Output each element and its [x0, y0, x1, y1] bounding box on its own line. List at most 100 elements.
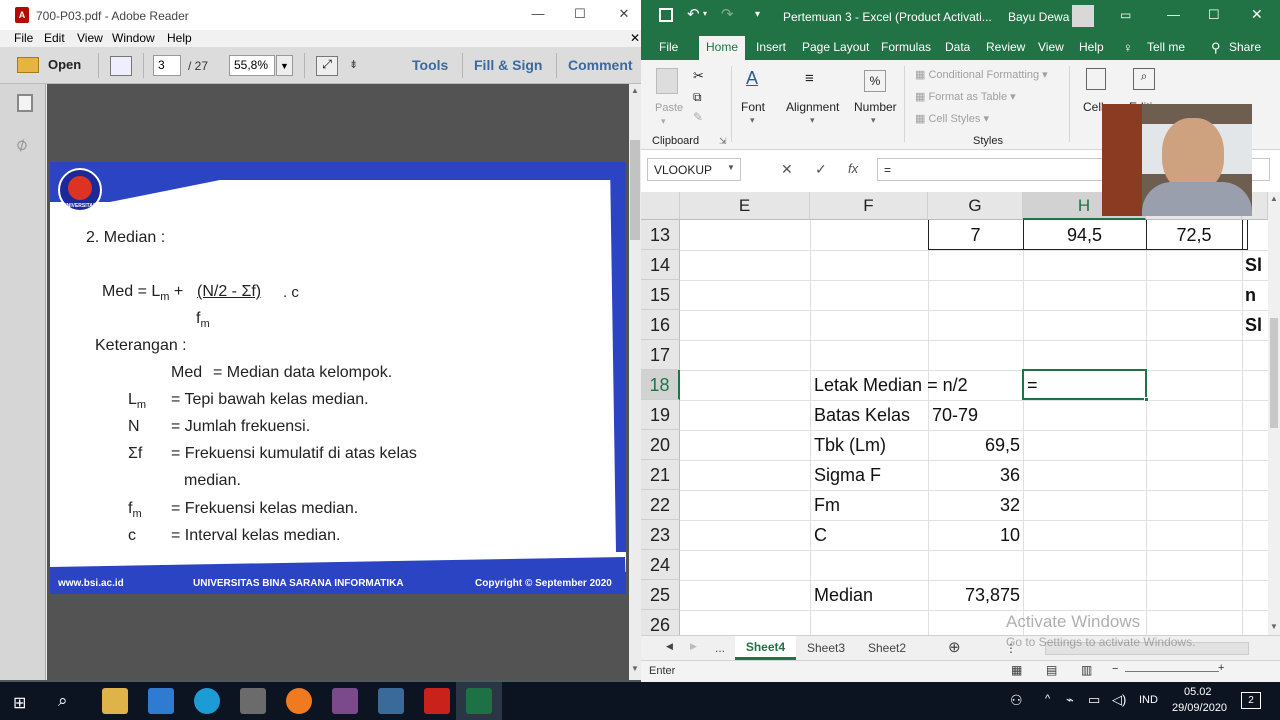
scroll-sheets-left-icon[interactable]: ◀ [666, 641, 673, 652]
minimize-icon[interactable]: — [528, 6, 548, 21]
zoom-dropdown-icon[interactable]: ▼ [276, 55, 293, 76]
reader-vertical-scrollbar[interactable]: ▲ ▼ [629, 84, 641, 680]
row-header[interactable]: 13 [641, 220, 680, 250]
ribbon-display-icon[interactable]: ▭ [1120, 8, 1131, 22]
row-header-active[interactable]: 18 [641, 370, 680, 400]
menu-close-icon[interactable]: ✕ [630, 31, 640, 45]
cell-f18[interactable]: Letak Median = n/2 [814, 370, 968, 400]
tab-view[interactable]: View [1038, 40, 1064, 54]
copy-icon[interactable]: ⧉ [693, 90, 702, 105]
format-as-table-button[interactable]: ▦ Format as Table ▾ [915, 90, 1016, 103]
share-button[interactable]: Share [1229, 40, 1261, 54]
row-header[interactable]: 25 [641, 580, 680, 610]
attachments-icon[interactable]: ⌀ [11, 133, 31, 157]
paste-icon[interactable] [656, 68, 678, 94]
start-icon[interactable]: ⊞ [13, 693, 26, 713]
zoom-slider[interactable] [1125, 671, 1219, 672]
cell-styles-button[interactable]: ▦ Cell Styles ▾ [915, 112, 989, 125]
network-icon[interactable]: ⌁ [1066, 692, 1074, 708]
cell-f19[interactable]: Batas Kelas [814, 400, 910, 430]
cell-g21[interactable]: 36 [928, 460, 1020, 490]
app-icon[interactable] [378, 688, 404, 714]
sheet-tab[interactable]: Sheet3 [807, 641, 845, 655]
row-header[interactable]: 17 [641, 340, 680, 370]
cell-h13[interactable]: 94,5 [1023, 220, 1146, 250]
clipboard-launcher-icon[interactable]: ⇲ [719, 136, 727, 147]
vertical-scrollbar[interactable]: ▲ ▼ [1268, 192, 1280, 635]
menu-edit[interactable]: Edit [44, 31, 65, 45]
cell-f22[interactable]: Fm [814, 490, 840, 520]
column-header[interactable]: E [680, 192, 810, 220]
more-tools-icon[interactable]: ⇟ [349, 58, 358, 71]
cell-g25[interactable]: 73,875 [928, 580, 1020, 610]
cell-j14[interactable]: Sl [1245, 250, 1262, 280]
minimize-icon[interactable]: — [1167, 7, 1180, 22]
clock-time[interactable]: 05.02 [1184, 686, 1212, 698]
cell-f21[interactable]: Sigma F [814, 460, 881, 490]
paste-button[interactable]: Paste [655, 102, 683, 114]
fit-page-icon[interactable]: ⤢ [316, 56, 338, 76]
tab-page-layout[interactable]: Page Layout [802, 40, 869, 54]
cell-g13[interactable]: 7 [928, 220, 1023, 250]
action-center-icon[interactable]: 2 [1241, 692, 1261, 709]
cell-f25[interactable]: Median [814, 580, 873, 610]
mail-icon[interactable] [148, 688, 174, 714]
people-icon[interactable]: ⚇ [1010, 692, 1023, 709]
open-button[interactable]: Open [48, 57, 81, 72]
page-break-view-icon[interactable]: ▥ [1081, 663, 1092, 677]
font-group[interactable]: A Font ▾ [737, 62, 777, 146]
undo-dropdown-icon[interactable]: ▾ [703, 9, 707, 18]
cancel-entry-icon[interactable]: ✕ [781, 161, 793, 178]
fill-sign-button[interactable]: Fill & Sign [474, 57, 542, 73]
volume-icon[interactable]: ◁) [1112, 692, 1126, 708]
file-explorer-icon[interactable] [102, 688, 128, 714]
row-header[interactable]: 26 [641, 610, 680, 635]
tab-formulas[interactable]: Formulas [881, 40, 931, 54]
row-header[interactable]: 14 [641, 250, 680, 280]
cell-f20[interactable]: Tbk (Lm) [814, 430, 886, 460]
show-hidden-icons[interactable]: ^ [1045, 693, 1050, 705]
print-icon[interactable] [110, 56, 132, 76]
tab-home[interactable]: Home [699, 36, 746, 60]
cell-g22[interactable]: 32 [928, 490, 1020, 520]
maximize-icon[interactable]: ☐ [1208, 7, 1220, 23]
menu-view[interactable]: View [77, 31, 103, 45]
cell-f23[interactable]: C [814, 520, 827, 550]
tab-file[interactable]: File [659, 40, 678, 54]
row-header[interactable]: 16 [641, 310, 680, 340]
zoom-in-icon[interactable]: + [1218, 662, 1224, 674]
acrobat-icon[interactable] [424, 688, 450, 714]
tab-data[interactable]: Data [945, 40, 970, 54]
tab-help[interactable]: Help [1079, 40, 1104, 54]
tell-me-search[interactable]: Tell me [1147, 40, 1185, 54]
cell-i13[interactable]: 72,5 [1146, 220, 1242, 250]
cell-g19[interactable]: 70-79 [932, 400, 978, 430]
customize-toolbar-icon[interactable]: ▾ [755, 9, 760, 20]
format-painter-icon[interactable]: ✎ [693, 110, 703, 124]
zoom-input[interactable]: 55,8% [229, 55, 275, 76]
redo-icon[interactable]: ↷ [721, 5, 734, 23]
row-header[interactable]: 20 [641, 430, 680, 460]
edge-icon[interactable] [194, 688, 220, 714]
tab-insert[interactable]: Insert [756, 40, 786, 54]
close-icon[interactable]: ✕ [614, 6, 634, 22]
menu-file[interactable]: File [14, 31, 33, 45]
row-header[interactable]: 19 [641, 400, 680, 430]
battery-icon[interactable]: ▭ [1088, 692, 1100, 708]
name-box-dropdown-icon[interactable]: ▼ [727, 163, 735, 172]
row-header[interactable]: 15 [641, 280, 680, 310]
tab-review[interactable]: Review [986, 40, 1025, 54]
alignment-group[interactable]: ≡ Alignment ▾ [783, 62, 843, 146]
store-icon[interactable] [240, 688, 266, 714]
column-header[interactable]: F [810, 192, 928, 220]
user-name[interactable]: Bayu Dewa [1008, 10, 1069, 24]
sheet-tab[interactable]: Sheet2 [868, 641, 906, 655]
comment-button[interactable]: Comment [568, 57, 633, 73]
page-layout-view-icon[interactable]: ▤ [1046, 663, 1057, 677]
cell-j15[interactable]: n [1245, 280, 1256, 310]
excel-icon[interactable] [466, 688, 492, 714]
new-sheet-icon[interactable]: ⊕ [948, 638, 961, 656]
cell-j16[interactable]: Sl [1245, 310, 1262, 340]
active-cell-h18[interactable]: = [1022, 369, 1149, 402]
scroll-sheets-right-icon[interactable]: ▶ [690, 641, 697, 652]
